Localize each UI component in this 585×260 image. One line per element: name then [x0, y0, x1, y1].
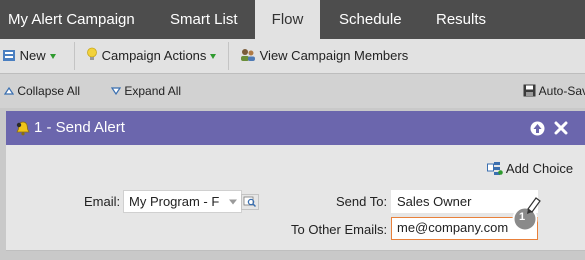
other-emails-label: To Other Emails:: [291, 222, 388, 237]
email-select-value: My Program - F: [129, 194, 220, 209]
campaign-actions-label: Campaign Actions: [101, 48, 207, 63]
pencil-icon: [512, 197, 541, 232]
flow-step-body: Add Choice Email: My Program - F Send To…: [6, 145, 585, 251]
lightbulb-icon: [87, 47, 97, 60]
toolbar: New Campaign Actions View Campaign Membe…: [0, 39, 585, 74]
email-select[interactable]: My Program - F: [123, 190, 242, 213]
close-icon[interactable]: [554, 121, 568, 135]
expand-all-label: Expand All: [124, 84, 182, 98]
add-choice-button[interactable]: Add Choice: [487, 161, 573, 176]
chevron-down-icon: [229, 199, 237, 205]
collapse-all-label: Collapse All: [17, 84, 81, 98]
add-choice-icon: [487, 162, 503, 175]
tab-smart-list[interactable]: Smart List: [170, 0, 238, 39]
email-preview-button[interactable]: [241, 194, 259, 210]
triangle-up-icon: [3, 86, 15, 95]
expand-all-button[interactable]: Expand All: [110, 74, 182, 108]
add-choice-label: Add Choice: [505, 161, 574, 176]
chevron-down-icon: [49, 54, 56, 60]
view-campaign-members-button[interactable]: View Campaign Members: [240, 39, 408, 73]
members-icon: [241, 49, 255, 61]
chevron-down-icon: [210, 54, 217, 60]
auto-save-control[interactable]: Auto-Sav: [523, 74, 585, 108]
tab-my-alert-campaign[interactable]: My Alert Campaign: [8, 0, 135, 39]
tab-schedule[interactable]: Schedule: [339, 0, 402, 39]
flow-step-header[interactable]: 1 - Send Alert: [6, 111, 585, 145]
save-disk-icon: [523, 84, 536, 97]
magnifier-icon: [243, 196, 257, 208]
view-members-label: View Campaign Members: [259, 48, 409, 63]
flow-step-title: 1 - Send Alert: [34, 119, 125, 136]
send-to-label: Send To:: [336, 194, 388, 209]
triangle-down-icon: [110, 87, 122, 96]
toolbar-divider: [74, 42, 75, 70]
tab-flow[interactable]: Flow: [255, 0, 320, 39]
new-menu-button[interactable]: New: [2, 39, 56, 73]
new-label: New: [19, 48, 46, 63]
tab-results[interactable]: Results: [436, 0, 486, 39]
campaign-actions-button[interactable]: Campaign Actions: [86, 39, 217, 73]
alert-bell-icon: [16, 121, 30, 136]
auto-save-label: Auto-Sav: [538, 84, 585, 98]
toolbar-divider: [228, 42, 229, 70]
tab-bar: My Alert Campaign Smart List Flow Schedu…: [0, 0, 585, 39]
new-icon: [3, 50, 15, 61]
move-up-icon[interactable]: [530, 121, 545, 136]
callout-number: 1: [519, 211, 526, 223]
sub-toolbar: Collapse All Expand All Auto-Sav: [0, 74, 585, 108]
collapse-all-button[interactable]: Collapse All: [3, 74, 81, 108]
email-label: Email:: [84, 194, 121, 209]
step-callout-marker: 1: [510, 195, 544, 235]
